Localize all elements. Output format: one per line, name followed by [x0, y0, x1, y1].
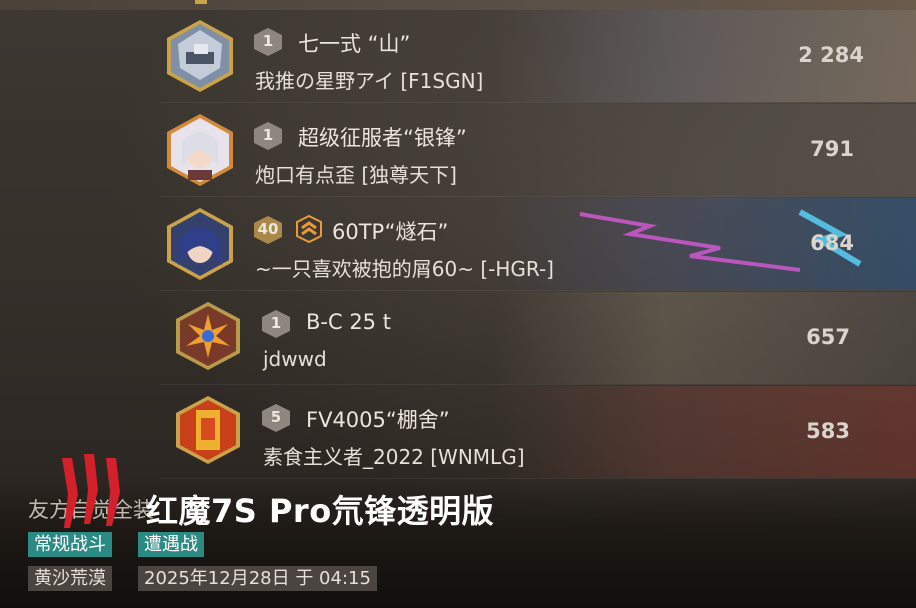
player-row[interactable]: 5 FV4005“棚舍” 素食主义者_2022 [WNMLG] 583	[160, 386, 916, 479]
device-watermark: 红魔7S Pro氘锋透明版	[146, 492, 495, 530]
map-name: 黄沙荒漠	[28, 566, 112, 591]
tier-value: 1	[270, 314, 282, 332]
vehicle-name: 超级征服者“银锋”	[298, 126, 467, 150]
rank-chevrons-icon	[296, 214, 322, 244]
tier-value: 1	[262, 126, 274, 144]
blue-haired-girl-avatar-icon	[164, 206, 236, 282]
vehicle-name: 60TP“燧石”	[332, 220, 449, 244]
tier-badge: 1	[260, 309, 292, 339]
player-name[interactable]: 炮口有点歪 [独尊天下]	[255, 159, 457, 188]
starburst-emblem-icon	[174, 300, 242, 376]
tier-badge: 5	[260, 403, 292, 433]
battle-type-tag: 遭遇战	[138, 532, 204, 557]
tier-value: 5	[270, 408, 282, 426]
red-magic-logo-icon	[54, 452, 130, 530]
gold-tick	[195, 0, 207, 4]
battle-datetime: 2025年12月28日 于 04:15	[138, 566, 377, 591]
vehicle-art-background	[496, 386, 916, 478]
tier-value: 40	[257, 220, 279, 238]
tank-crew-avatar-icon	[164, 18, 236, 94]
vehicle-name: B-C 25 t	[306, 310, 391, 334]
tier-value: 1	[262, 32, 274, 50]
tier-badge: 1	[252, 27, 284, 57]
player-row[interactable]: 1 B-C 25 t jdwwd 657	[160, 292, 916, 385]
player-name[interactable]: 我推の星野アイ [F1SGN]	[255, 65, 483, 94]
golden-card-avatar-icon	[174, 394, 242, 470]
tier-badge: 1	[252, 121, 284, 151]
score-value: 684	[810, 231, 854, 255]
score-value: 657	[806, 325, 850, 349]
player-row[interactable]: 40 60TP“燧石” ~一只喜欢被抱的屑60~ [-HGR-] 684	[160, 198, 916, 291]
score-value: 583	[806, 419, 850, 443]
vehicle-name: 七一式 “山”	[298, 32, 411, 56]
player-name[interactable]: ~一只喜欢被抱的屑60~ [-HGR-]	[255, 253, 554, 282]
tier-badge: 40	[252, 215, 284, 245]
score-value: 791	[810, 137, 854, 161]
score-value: 2 284	[798, 43, 864, 67]
battle-mode-tag: 常规战斗	[28, 532, 112, 557]
player-row[interactable]: 1 超级征服者“银锋” 炮口有点歪 [独尊天下] 791	[160, 104, 916, 197]
vehicle-art-background	[496, 292, 916, 384]
vehicle-name: FV4005“棚舍”	[306, 408, 450, 432]
player-row[interactable]: 1 七一式 “山” 我推の星野アイ [F1SGN] 2 284	[160, 10, 916, 103]
top-edge-band	[0, 0, 916, 10]
white-haired-girl-avatar-icon	[164, 112, 236, 188]
player-name[interactable]: jdwwd	[263, 347, 327, 371]
player-name[interactable]: 素食主义者_2022 [WNMLG]	[263, 441, 525, 470]
